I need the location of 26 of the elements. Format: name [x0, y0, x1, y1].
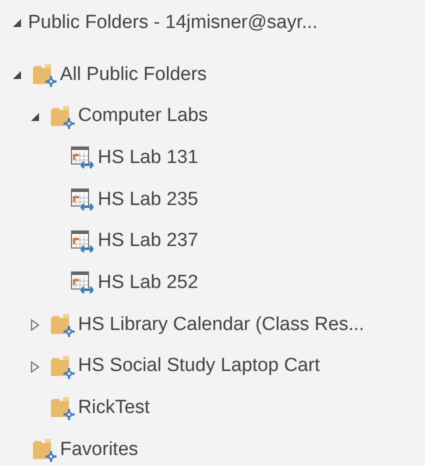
calendar-icon [70, 186, 96, 213]
folder-name[interactable]: HS Lab 237 [98, 227, 198, 256]
expanded-arrow-icon[interactable] [30, 112, 40, 122]
folder-icon [32, 437, 58, 464]
collapsed-arrow-icon[interactable] [30, 360, 40, 373]
folder-name[interactable]: All Public Folders [60, 60, 207, 90]
folder-icon [32, 62, 58, 88]
folder-name[interactable]: HS Social Study Laptop Cart [78, 352, 320, 381]
folder-icon [50, 354, 76, 380]
folder-name[interactable]: HS Lab 235 [98, 186, 198, 214]
folder-name[interactable]: HS Lab 252 [98, 269, 198, 298]
folder-name[interactable]: Computer Labs [78, 102, 208, 131]
folder-icon [50, 104, 76, 130]
folder-name[interactable]: HS Library Calendar (Class Res... [78, 310, 364, 340]
calendar-icon [70, 228, 96, 255]
folder-name[interactable]: RickTest [78, 394, 150, 423]
folder-name[interactable]: Favorites [60, 436, 138, 464]
collapsed-arrow-icon[interactable] [30, 318, 40, 331]
folder-name[interactable]: HS Lab 131 [98, 144, 198, 172]
folder-icon [50, 312, 76, 338]
expanded-arrow-icon[interactable] [12, 18, 22, 28]
account-header[interactable]: Public Folders - 14jmisner@sayr... [28, 8, 318, 38]
calendar-icon [70, 270, 96, 296]
folder-icon [50, 395, 76, 422]
expanded-arrow-icon[interactable] [12, 70, 22, 80]
calendar-icon [70, 145, 96, 172]
